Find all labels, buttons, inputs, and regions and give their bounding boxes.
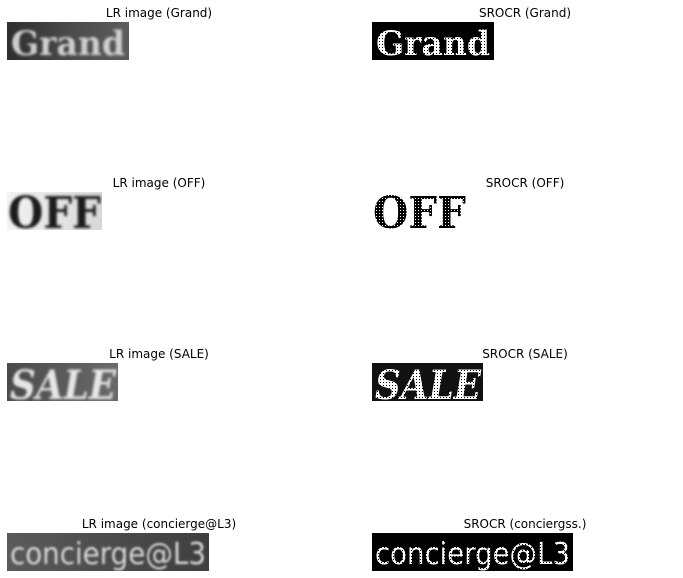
lr-caption-sale: LR image (SALE)	[109, 347, 209, 361]
lr-word-concierge: concierge@L3	[10, 537, 206, 571]
sr-image-grand: Grand	[372, 22, 494, 60]
sr-image-sale: SALE	[372, 363, 483, 401]
sr-image-off: OFF	[372, 192, 467, 230]
lr-image-off: OFF	[7, 192, 102, 230]
lr-caption-grand: LR image (Grand)	[105, 6, 213, 20]
sr-image-concierge: concierge@L3	[372, 533, 573, 571]
sr-caption-off: SROCR (OFF)	[485, 176, 565, 190]
lr-word-grand: Grand	[11, 24, 125, 60]
lr-image-sale: SALE	[7, 363, 118, 401]
sr-caption-sale: SROCR (SALE)	[482, 347, 568, 361]
lr-word-off: OFF	[8, 192, 101, 230]
sr-word-concierge: concierge@L3	[375, 537, 570, 571]
lr-image-grand: Grand	[7, 22, 129, 60]
sr-word-grand: Grand	[376, 24, 490, 60]
sr-caption-concierge: SROCR (conciergss.)	[463, 517, 587, 531]
sr-word-off: OFF	[373, 192, 466, 230]
sr-caption-grand: SROCR (Grand)	[478, 6, 572, 20]
lr-caption-concierge: LR image (concierge@L3)	[81, 517, 237, 531]
sr-word-sale: SALE	[375, 363, 481, 401]
lr-image-concierge: concierge@L3	[7, 533, 209, 571]
lr-caption-off: LR image (OFF)	[112, 176, 206, 190]
lr-word-sale: SALE	[10, 363, 116, 401]
